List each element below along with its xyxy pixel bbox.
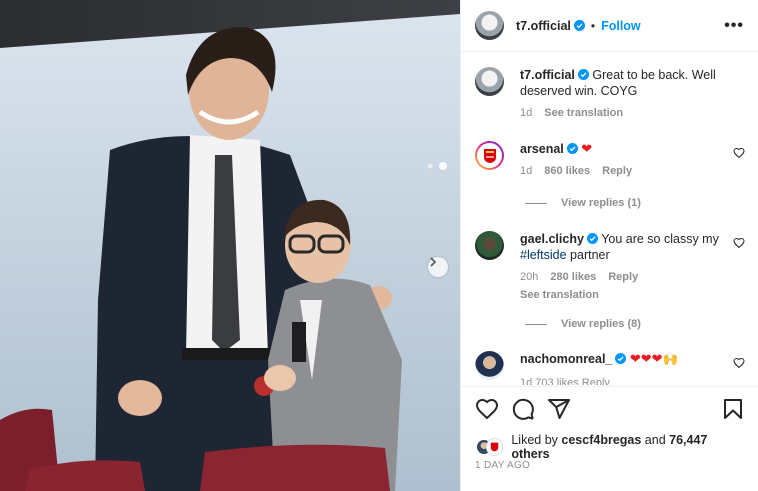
like-comment-icon[interactable] xyxy=(733,147,745,159)
bookmark-icon[interactable] xyxy=(721,397,745,421)
arsenal-crest-icon xyxy=(490,442,499,452)
author-username[interactable]: t7.official xyxy=(516,19,571,33)
comment: arsenal ❤ 1d 860 likes Reply xyxy=(475,141,745,179)
reply-button[interactable]: Reply xyxy=(602,163,632,179)
view-replies-label: View replies (8) xyxy=(561,318,641,330)
heart-emoji: ❤ xyxy=(581,141,593,156)
comments-list[interactable]: t7.official Great to be back. Well deser… xyxy=(461,53,758,385)
heart-emojis: ❤❤❤ xyxy=(629,351,663,366)
like-comment-icon[interactable] xyxy=(733,237,745,249)
like-comment-icon[interactable] xyxy=(733,357,745,369)
verified-icon xyxy=(586,233,598,244)
gael-avatar[interactable] xyxy=(475,231,504,260)
more-options-icon[interactable]: ••• xyxy=(724,17,744,35)
see-translation-link[interactable]: See translation xyxy=(520,287,745,303)
hashtag-link[interactable]: #leftside xyxy=(520,248,567,262)
author-avatar[interactable] xyxy=(475,67,504,96)
arsenal-avatar[interactable] xyxy=(475,141,504,170)
verified-icon xyxy=(577,69,589,80)
share-icon[interactable] xyxy=(547,397,571,421)
view-replies-button[interactable]: View replies (1) xyxy=(525,197,641,209)
author-avatar[interactable] xyxy=(475,11,504,40)
post-image xyxy=(0,0,460,491)
view-replies-label: View replies (1) xyxy=(561,197,641,209)
follow-button[interactable]: Follow xyxy=(601,19,641,33)
post-header: t7.official • Follow ••• xyxy=(461,0,758,52)
liker-avatar[interactable] xyxy=(485,438,504,456)
comment-age: 1d xyxy=(520,107,533,119)
see-translation-link[interactable]: See translation xyxy=(544,105,623,121)
likes-text: Liked by cescf4bregas and 76,447 others xyxy=(511,433,744,461)
liker-username[interactable]: cescf4bregas xyxy=(561,433,641,447)
comment-likes[interactable]: 280 likes xyxy=(550,269,596,285)
comment-age: 1d xyxy=(520,165,533,177)
comment: gael.clichy You are so classy my #leftsi… xyxy=(475,231,745,303)
comment-username[interactable]: nachomonreal_ xyxy=(520,352,612,366)
likes-summary: Liked by cescf4bregas and 76,447 others xyxy=(475,433,744,461)
comment-username[interactable]: t7.official xyxy=(520,68,575,82)
caption: t7.official Great to be back. Well deser… xyxy=(475,67,745,121)
arsenal-crest-icon xyxy=(483,148,496,163)
post-photo[interactable] xyxy=(0,0,460,491)
likes-and: and xyxy=(641,433,670,447)
chevron-right-icon xyxy=(430,257,437,267)
reply-button[interactable]: Reply xyxy=(608,269,638,285)
divider xyxy=(525,323,547,325)
post-timestamp[interactable]: 1 DAY AGO xyxy=(475,460,530,471)
comment-username[interactable]: gael.clichy xyxy=(520,232,584,246)
hands-emoji: 🙌 xyxy=(662,352,679,366)
comment: nachomonreal_ ❤❤❤🙌 1d 703 likes Reply xyxy=(475,351,745,385)
comment-icon[interactable] xyxy=(511,397,535,421)
nacho-avatar[interactable] xyxy=(475,351,504,380)
next-photo-button[interactable] xyxy=(428,257,448,277)
heart-icon[interactable] xyxy=(475,397,499,421)
comment-text: partner xyxy=(566,248,610,262)
likes-prefix: Liked by xyxy=(511,433,562,447)
action-bar xyxy=(461,386,758,430)
verified-icon xyxy=(573,20,585,31)
separator-dot: • xyxy=(590,18,596,33)
verified-icon xyxy=(566,143,578,154)
view-replies-button[interactable]: View replies (8) xyxy=(525,318,641,330)
verified-icon xyxy=(615,353,627,364)
comment-text: You are so classy my xyxy=(601,232,719,246)
comment-meta-partial: 1d 703 likes Reply xyxy=(520,377,610,385)
divider xyxy=(525,202,547,204)
comment-likes[interactable]: 860 likes xyxy=(544,163,590,179)
post-sidebar: t7.official • Follow ••• t7.official Gre… xyxy=(460,0,758,491)
comment-age: 20h xyxy=(520,271,539,283)
comment-username[interactable]: arsenal xyxy=(520,142,564,156)
